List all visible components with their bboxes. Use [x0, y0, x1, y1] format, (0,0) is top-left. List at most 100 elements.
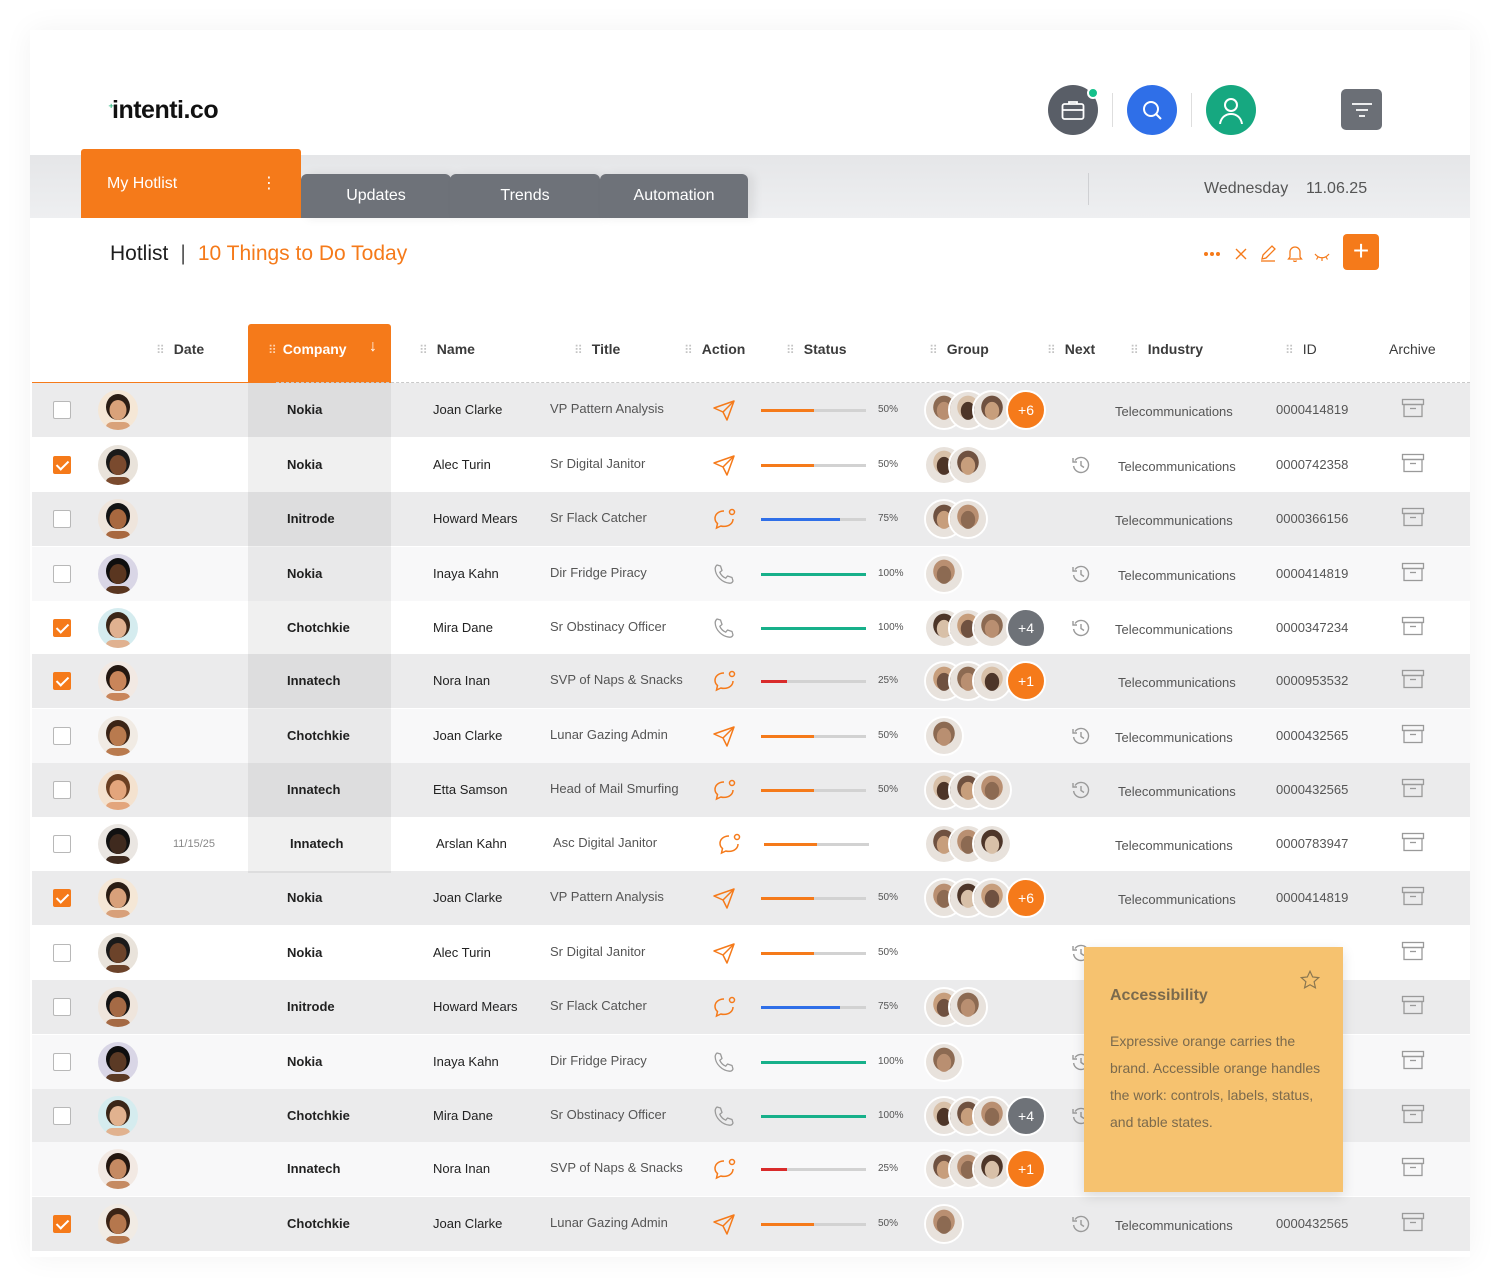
row-checkbox[interactable] [53, 1053, 71, 1071]
column-header-archive[interactable]: Archive [1389, 341, 1436, 357]
bell-icon[interactable] [1287, 244, 1303, 266]
column-header-id[interactable]: ⠿ ID [1285, 341, 1317, 357]
edit-icon[interactable] [1259, 244, 1277, 266]
archive-icon[interactable] [1401, 778, 1425, 803]
row-checkbox[interactable] [53, 1107, 71, 1125]
column-header-status[interactable]: ⠿ Status [786, 341, 847, 357]
group-avatar[interactable] [948, 499, 988, 539]
column-header-action[interactable]: ⠿ Action [684, 341, 745, 357]
archive-icon[interactable] [1401, 453, 1425, 478]
page-subtitle[interactable]: 10 Things to Do Today [198, 242, 407, 265]
drag-handle-icon[interactable]: ⠿ [1130, 343, 1139, 357]
archive-icon[interactable] [1401, 669, 1425, 694]
tab-trends[interactable]: Trends [450, 174, 600, 218]
avatar[interactable] [98, 824, 138, 864]
history-icon[interactable] [1071, 455, 1091, 480]
tab-automation[interactable]: Automation [600, 174, 748, 218]
row-checkbox[interactable] [53, 781, 71, 799]
group-more-count[interactable]: +1 [1006, 1149, 1046, 1189]
send-icon[interactable] [712, 454, 736, 481]
history-icon[interactable] [1071, 726, 1091, 751]
archive-icon[interactable] [1401, 724, 1425, 749]
row-checkbox[interactable] [53, 1215, 71, 1233]
group-avatar[interactable] [924, 1204, 964, 1244]
phone-icon[interactable] [712, 1051, 736, 1078]
group-more-count[interactable]: +4 [1006, 608, 1046, 648]
column-header-company[interactable]: ⠿ Company ↓ [248, 324, 391, 384]
phone-icon[interactable] [712, 617, 736, 644]
send-icon[interactable] [712, 942, 736, 969]
row-checkbox[interactable] [53, 510, 71, 528]
avatar[interactable] [98, 1149, 138, 1189]
star-icon[interactable] [1299, 969, 1321, 991]
drag-handle-icon[interactable]: ⠿ [156, 343, 165, 357]
drag-handle-icon[interactable]: ⠿ [684, 343, 693, 357]
drag-handle-icon[interactable]: ⠿ [268, 343, 277, 357]
avatar[interactable] [98, 1042, 138, 1082]
drag-handle-icon[interactable]: ⠿ [1047, 343, 1056, 357]
avatar[interactable] [98, 661, 138, 701]
briefcase-button[interactable] [1048, 85, 1099, 135]
history-icon[interactable] [1071, 564, 1091, 589]
group-avatar[interactable] [924, 716, 964, 756]
archive-icon[interactable] [1401, 995, 1425, 1020]
send-icon[interactable] [712, 725, 736, 752]
archive-icon[interactable] [1401, 1212, 1425, 1237]
archive-icon[interactable] [1401, 886, 1425, 911]
avatar[interactable] [98, 608, 138, 648]
avatar[interactable] [98, 390, 138, 430]
row-checkbox[interactable] [53, 565, 71, 583]
group-avatar[interactable] [972, 770, 1012, 810]
column-header-industry[interactable]: ⠿ Industry [1130, 341, 1203, 357]
group-more-count[interactable]: +1 [1006, 661, 1046, 701]
row-checkbox[interactable] [53, 727, 71, 745]
row-checkbox[interactable] [53, 672, 71, 690]
table-row[interactable]: Nokia Joan Clarke VP Pattern Analysis 50% +6… [32, 871, 1470, 925]
archive-icon[interactable] [1401, 507, 1425, 532]
more-icon[interactable] [1203, 244, 1221, 261]
avatar[interactable] [98, 554, 138, 594]
menu-button[interactable] [1341, 89, 1382, 130]
archive-icon[interactable] [1401, 562, 1425, 587]
group-avatar[interactable] [948, 445, 988, 485]
chat-icon[interactable] [712, 670, 736, 697]
group-more-count[interactable]: +4 [1006, 1096, 1046, 1136]
group-avatar[interactable] [948, 987, 988, 1027]
row-checkbox[interactable] [53, 835, 71, 853]
group-avatar[interactable] [972, 824, 1012, 864]
chat-icon[interactable] [712, 1158, 736, 1185]
archive-icon[interactable] [1401, 1050, 1425, 1075]
tab-my-hotlist[interactable]: My Hotlist ⋮ [81, 149, 301, 218]
column-header-next[interactable]: ⠿ Next [1047, 341, 1095, 357]
avatar[interactable] [98, 1096, 138, 1136]
profile-button[interactable] [1206, 85, 1256, 135]
add-button[interactable]: + [1343, 234, 1379, 270]
drag-handle-icon[interactable]: ⠿ [786, 343, 795, 357]
avatar[interactable] [98, 878, 138, 918]
send-icon[interactable] [712, 399, 736, 426]
history-icon[interactable] [1071, 780, 1091, 805]
archive-icon[interactable] [1401, 832, 1425, 857]
column-header-date[interactable]: ⠿ Date [156, 341, 204, 357]
row-checkbox[interactable] [53, 889, 71, 907]
avatar[interactable] [98, 499, 138, 539]
chat-icon[interactable] [717, 833, 741, 860]
chat-icon[interactable] [712, 508, 736, 535]
send-icon[interactable] [712, 1213, 736, 1240]
hide-icon[interactable] [1314, 249, 1330, 266]
chat-icon[interactable] [712, 996, 736, 1023]
group-avatar[interactable] [924, 1042, 964, 1082]
group-more-count[interactable]: +6 [1006, 390, 1046, 430]
avatar[interactable] [98, 716, 138, 756]
avatar[interactable] [98, 770, 138, 810]
close-icon[interactable] [1235, 247, 1247, 264]
row-checkbox[interactable] [53, 998, 71, 1016]
sort-desc-icon[interactable]: ↓ [369, 338, 377, 356]
avatar[interactable] [98, 987, 138, 1027]
drag-handle-icon[interactable]: ⠿ [1285, 343, 1294, 357]
column-header-group[interactable]: ⠿ Group [929, 341, 989, 357]
row-checkbox[interactable] [53, 944, 71, 962]
history-icon[interactable] [1071, 1214, 1091, 1239]
archive-icon[interactable] [1401, 398, 1425, 423]
row-checkbox[interactable] [53, 456, 71, 474]
